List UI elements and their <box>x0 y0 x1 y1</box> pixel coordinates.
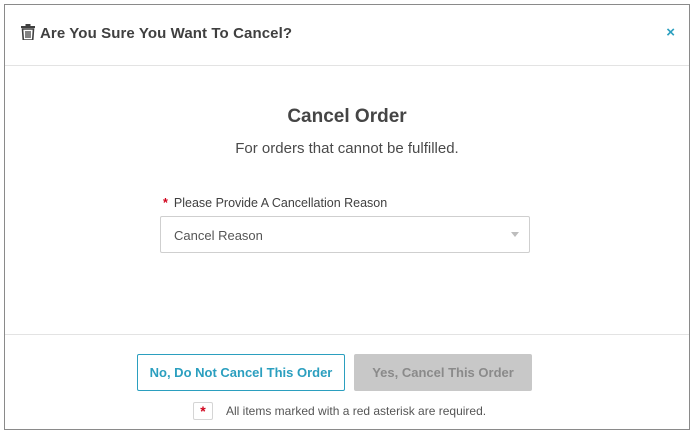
required-note-text: All items marked with a red asterisk are… <box>226 404 487 418</box>
cancel-reason-select[interactable]: Cancel Reason <box>160 216 530 253</box>
dialog-title: Are You Sure You Want To Cancel? <box>40 25 293 42</box>
required-note: * All items marked with a red asterisk a… <box>193 402 486 420</box>
cancel-dialog: Are You Sure You Want To Cancel? × Cance… <box>4 4 690 430</box>
dialog-footer: No, Do Not Cancel This Order Yes, Cancel… <box>5 334 689 429</box>
confirm-cancel-button[interactable]: Yes, Cancel This Order <box>354 354 532 391</box>
body-subtitle: For orders that cannot be fulfilled. <box>235 140 459 157</box>
close-icon[interactable]: × <box>666 25 675 40</box>
trash-icon <box>21 24 35 41</box>
required-asterisk: * <box>163 196 168 210</box>
cancel-reason-select-value: Cancel Reason <box>174 228 263 243</box>
body-title: Cancel Order <box>287 106 407 127</box>
do-not-cancel-button[interactable]: No, Do Not Cancel This Order <box>137 354 345 391</box>
dialog-header: Are You Sure You Want To Cancel? × <box>5 5 689 66</box>
cancellation-reason-label-text: Please Provide A Cancellation Reason <box>173 196 388 210</box>
chevron-down-icon <box>511 232 519 237</box>
cancellation-reason-label: * Please Provide A Cancellation Reason <box>163 196 387 210</box>
required-asterisk-icon: * <box>193 402 213 420</box>
